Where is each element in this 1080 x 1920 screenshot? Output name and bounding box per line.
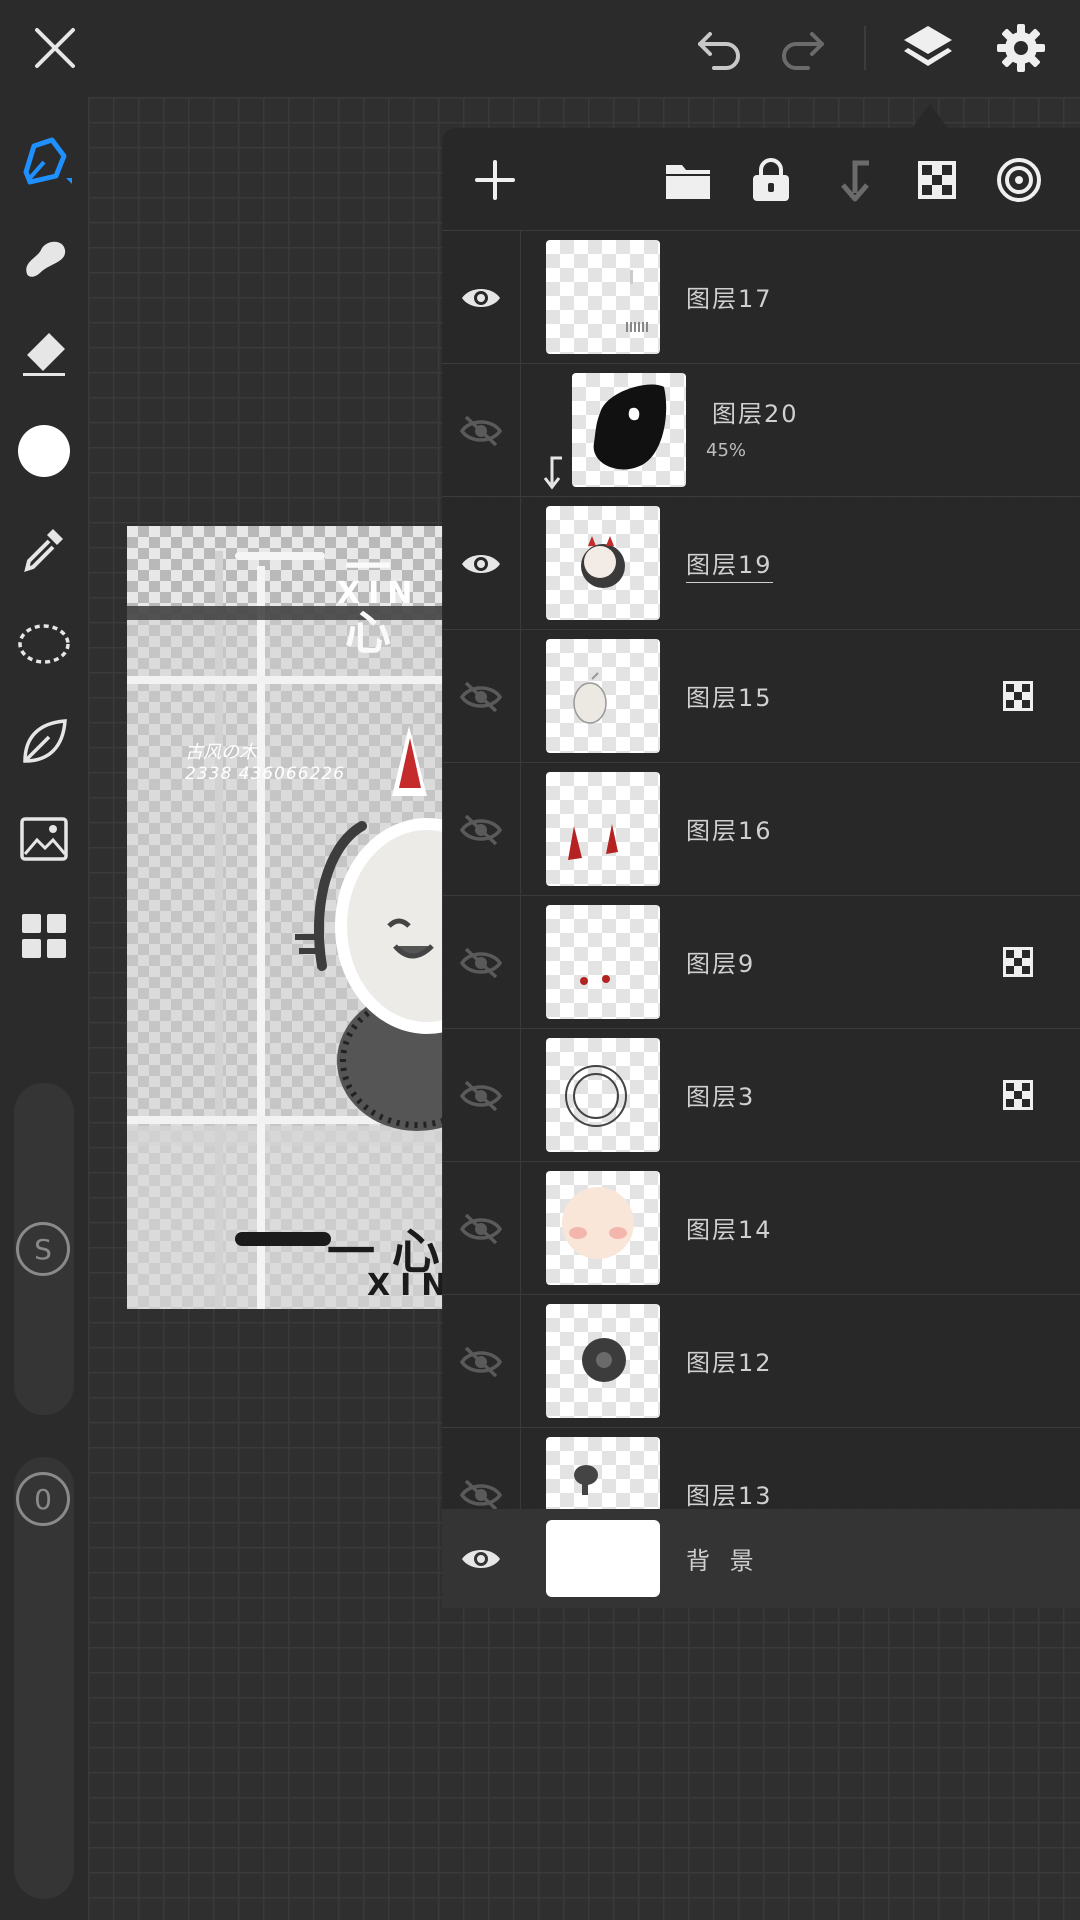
layer-name: 图层19 <box>686 545 773 583</box>
layer-item-selected[interactable]: 图层19 <box>442 497 1080 630</box>
color-swatch[interactable] <box>14 421 74 481</box>
background-color-swatch[interactable] <box>546 1520 660 1597</box>
visibility-toggle[interactable] <box>442 1162 521 1295</box>
visibility-toggle[interactable] <box>442 1029 521 1162</box>
layer-name: 图层9 <box>686 950 756 978</box>
eye-icon <box>462 554 500 573</box>
visibility-toggle[interactable] <box>442 1428 521 1509</box>
eye-icon <box>462 1549 500 1568</box>
eye-hidden-icon <box>460 681 502 712</box>
eyedropper-icon[interactable] <box>14 518 74 578</box>
alpha-lock-icon <box>1003 1080 1033 1110</box>
topbar-divider <box>864 26 866 70</box>
layer-name: 图层20 <box>712 400 799 428</box>
eye-icon <box>462 288 500 307</box>
layer-thumbnail <box>572 373 686 487</box>
layer-thumbnail <box>546 905 660 1019</box>
gear-icon[interactable] <box>991 18 1051 78</box>
leaf-icon[interactable] <box>14 712 74 772</box>
folder-icon[interactable] <box>658 150 718 210</box>
layer-item[interactable]: 图层12 <box>442 1295 1080 1428</box>
alpha-lock-icon <box>1003 681 1033 711</box>
visibility-toggle[interactable] <box>442 231 521 364</box>
layer-thumbnail <box>546 240 660 354</box>
layer-item[interactable]: 图层20 45% <box>442 364 1080 497</box>
layer-name: 图层17 <box>686 285 773 313</box>
layer-item[interactable]: 图层17 <box>442 231 1080 364</box>
eraser-icon[interactable] <box>14 324 74 384</box>
eye-hidden-icon <box>460 1346 502 1377</box>
layer-thumbnail <box>546 1437 660 1509</box>
artwork-title-en: XIN <box>337 576 421 611</box>
artwork-caption-line2: 2338 436066226 <box>185 764 346 784</box>
visibility-toggle[interactable] <box>442 497 521 630</box>
layer-thumbnail <box>546 1038 660 1152</box>
tool-sidebar: S 0 <box>0 97 88 1920</box>
layer-name: 图层15 <box>686 684 773 712</box>
layer-item[interactable]: 图层9 <box>442 896 1080 1029</box>
merge-down-icon[interactable] <box>823 150 883 210</box>
artwork-caption-line1: 古风の木 <box>185 742 257 763</box>
undo-icon[interactable] <box>690 18 750 78</box>
layers-icon[interactable] <box>898 18 958 78</box>
layer-name: 图层3 <box>686 1083 756 1111</box>
close-icon[interactable] <box>25 18 85 78</box>
opacity-slider-handle[interactable]: 0 <box>16 1472 70 1526</box>
alpha-lock-icon <box>1003 947 1033 977</box>
visibility-toggle[interactable] <box>442 364 521 497</box>
top-bar <box>0 0 1080 97</box>
smudge-icon[interactable] <box>14 227 74 287</box>
eye-hidden-icon <box>460 814 502 845</box>
layer-name: 图层16 <box>686 817 773 845</box>
layer-thumbnail <box>546 1304 660 1418</box>
opacity-slider[interactable]: 0 <box>14 1457 74 1899</box>
eye-hidden-icon <box>460 947 502 978</box>
visibility-toggle[interactable] <box>442 763 521 896</box>
layer-thumbnail <box>546 639 660 753</box>
redo-icon[interactable] <box>772 18 832 78</box>
layers-toolbar <box>442 128 1080 231</box>
size-slider-handle[interactable]: S <box>16 1222 70 1276</box>
background-layer[interactable]: 背 景 <box>442 1509 1080 1608</box>
lasso-icon[interactable] <box>14 615 74 675</box>
opacity-slider-label: 0 <box>34 1482 52 1516</box>
clipping-arrow-icon <box>542 456 566 494</box>
layer-list[interactable]: 图层17 图层20 45% 图层19 图层15 图层16 图层9 图层3 图层1… <box>442 231 1080 1509</box>
layer-effects-icon[interactable] <box>989 150 1049 210</box>
image-icon[interactable] <box>14 809 74 869</box>
layer-name: 图层13 <box>686 1482 773 1509</box>
layer-thumbnail <box>546 772 660 886</box>
layer-item[interactable]: 图层13 <box>442 1428 1080 1509</box>
layer-item[interactable]: 图层15 <box>442 630 1080 763</box>
grid-icon[interactable] <box>14 906 74 966</box>
artwork-bottom-en: XIN <box>367 1268 443 1303</box>
layer-thumbnail <box>546 1171 660 1285</box>
visibility-toggle[interactable] <box>442 1295 521 1428</box>
layer-opacity: 45% <box>706 440 747 461</box>
layer-item[interactable]: 图层16 <box>442 763 1080 896</box>
layer-name: 图层12 <box>686 1349 773 1377</box>
eye-hidden-icon <box>460 1080 502 1111</box>
eye-hidden-icon <box>460 1479 502 1509</box>
panel-caret <box>912 104 948 128</box>
background-layer-name: 背 景 <box>686 1547 760 1575</box>
alpha-lock-icon[interactable] <box>907 150 967 210</box>
brush-size-slider[interactable]: S <box>14 1083 74 1415</box>
layer-thumbnail <box>546 506 660 620</box>
lock-icon[interactable] <box>741 150 801 210</box>
visibility-toggle[interactable] <box>442 630 521 763</box>
pen-icon[interactable] <box>14 130 74 190</box>
add-layer-icon[interactable] <box>465 150 525 210</box>
eye-hidden-icon <box>460 1213 502 1244</box>
visibility-toggle[interactable] <box>442 896 521 1029</box>
artwork-canvas[interactable]: 一 心 XIN 古风の木 2338 436066226 一 心 XIN <box>127 526 443 1309</box>
layer-name: 图层14 <box>686 1216 773 1244</box>
layers-panel: 图层17 图层20 45% 图层19 图层15 图层16 图层9 图层3 图层1… <box>442 128 1080 1608</box>
visibility-toggle[interactable] <box>442 1509 520 1608</box>
layer-item[interactable]: 图层14 <box>442 1162 1080 1295</box>
layer-item[interactable]: 图层3 <box>442 1029 1080 1162</box>
eye-hidden-icon <box>460 415 502 446</box>
size-slider-label: S <box>34 1232 52 1266</box>
